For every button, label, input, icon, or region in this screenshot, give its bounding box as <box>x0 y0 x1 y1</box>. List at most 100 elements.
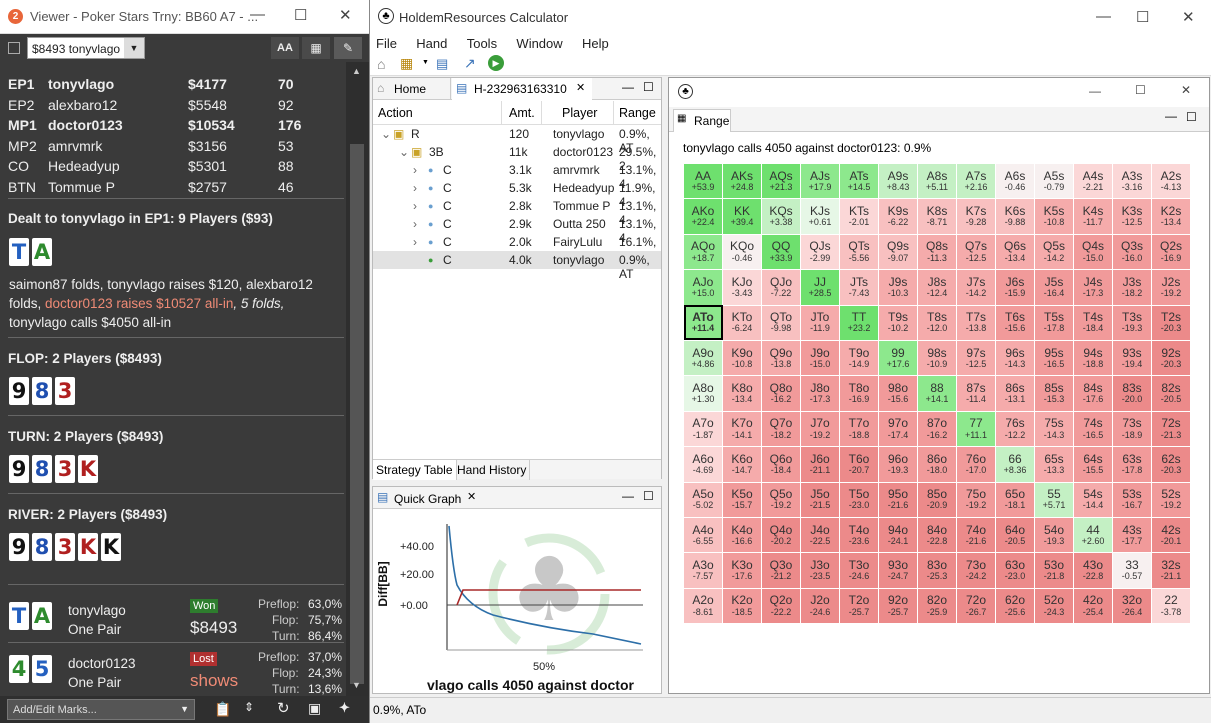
range-cell[interactable]: Q7s -12.5 <box>956 233 996 271</box>
range-cell[interactable]: 97o -17.4 <box>878 410 918 448</box>
range-cell[interactable]: 94s -18.8 <box>1073 339 1113 377</box>
range-cell[interactable]: AJo +15.0 <box>683 269 723 306</box>
range-cell[interactable]: Q8s -11.3 <box>917 233 957 271</box>
range-cell[interactable]: 87s -11.4 <box>956 375 996 412</box>
range-cell[interactable]: A9o +4.86 <box>683 339 723 377</box>
range-cell[interactable]: Q9o -13.8 <box>761 339 801 377</box>
range-cell[interactable]: T2o -25.7 <box>839 587 879 625</box>
range-cell[interactable]: A5s -0.79 <box>1034 162 1074 200</box>
range-cell[interactable]: KJo -3.43 <box>722 269 762 306</box>
twitter-icon[interactable]: ✦ <box>339 700 350 716</box>
tab-range[interactable]: ▦ Range <box>673 109 731 132</box>
range-cell[interactable]: J4s -17.3 <box>1073 269 1113 306</box>
close-tab-icon[interactable]: ✕ <box>576 81 585 94</box>
range-cell[interactable]: 97s -12.5 <box>956 339 996 377</box>
range-cell[interactable]: A4s -2.21 <box>1073 162 1113 200</box>
range-cell[interactable]: 76s -12.2 <box>995 410 1035 448</box>
range-cell[interactable]: T6s -15.6 <box>995 304 1035 341</box>
range-cell[interactable]: A4o -6.55 <box>683 516 723 554</box>
close-icon[interactable]: ✕ <box>1181 83 1191 97</box>
minimize-icon[interactable]: — <box>250 6 265 23</box>
maximize-icon[interactable]: ☐ <box>1136 8 1149 26</box>
range-cell[interactable]: T2s -20.3 <box>1151 304 1191 341</box>
minimize-icon[interactable]: — <box>1096 8 1111 25</box>
spinner-icon[interactable]: ⇕ <box>244 700 254 714</box>
col-amt[interactable]: Amt. <box>509 106 535 120</box>
range-cell[interactable]: Q8o -16.2 <box>761 375 801 412</box>
menu-window[interactable]: Window <box>516 36 562 51</box>
range-cell[interactable]: 43o -22.8 <box>1073 552 1113 589</box>
range-cell[interactable]: J2o -24.6 <box>800 587 840 625</box>
range-cell[interactable]: K5o -15.7 <box>722 481 762 518</box>
refresh-icon[interactable]: ↻ <box>277 699 290 717</box>
range-cell[interactable]: A8s +5.11 <box>917 162 957 200</box>
pane-minimize-icon[interactable]: — <box>622 80 634 94</box>
range-cell[interactable]: 99 +17.6 <box>878 339 918 377</box>
range-cell[interactable]: T3o -24.6 <box>839 552 879 589</box>
range-cell[interactable]: 85s -15.3 <box>1034 375 1074 412</box>
range-cell[interactable]: Q2s -16.9 <box>1151 233 1191 271</box>
range-cell[interactable]: Q9s -9.07 <box>878 233 918 271</box>
tree-row[interactable]: › ● C 3.1k amrvmrk 13.1%, 4 <box>373 161 661 191</box>
range-cell[interactable]: 52o -24.3 <box>1034 587 1074 625</box>
range-cell[interactable]: J3s -18.2 <box>1112 269 1152 306</box>
range-cell[interactable]: K3s -12.5 <box>1112 198 1152 235</box>
range-cell[interactable]: 42o -25.4 <box>1073 587 1113 625</box>
tree-row[interactable]: ● C 4.0k tonyvlago 0.9%, AT <box>373 251 661 281</box>
range-cell[interactable]: 74o -21.6 <box>956 516 996 554</box>
menu-file[interactable]: File <box>376 36 397 51</box>
run-icon[interactable]: ▶ <box>488 55 504 71</box>
range-cell[interactable]: AKo +22.4 <box>683 198 723 235</box>
range-cell[interactable]: J9o -15.0 <box>800 339 840 377</box>
font-size-button[interactable]: AA <box>271 37 299 59</box>
range-cell[interactable]: JTo -11.9 <box>800 304 840 341</box>
range-cell[interactable]: 95o -21.6 <box>878 481 918 518</box>
range-cell[interactable]: J6o -21.1 <box>800 446 840 483</box>
range-cell[interactable]: K6s -9.88 <box>995 198 1035 235</box>
col-action[interactable]: Action <box>378 106 413 120</box>
viewer-scrollbar[interactable]: ▲ ▼ <box>346 62 369 696</box>
tree-row[interactable]: › ● C 2.8k Tommue P 13.1%, 4 <box>373 197 661 227</box>
range-cell[interactable]: 72o -26.7 <box>956 587 996 625</box>
menu-tools[interactable]: Tools <box>467 36 497 51</box>
clipboard-icon[interactable]: 📋 <box>214 701 231 718</box>
tree-row[interactable]: › ● C 2.9k Outta 250 13.1%, 4 <box>373 215 661 245</box>
range-cell[interactable]: AQo +18.7 <box>683 233 723 271</box>
range-cell[interactable]: 53o -21.8 <box>1034 552 1074 589</box>
range-cell[interactable]: AJs +17.9 <box>800 162 840 200</box>
range-cell[interactable]: 92o -25.7 <box>878 587 918 625</box>
range-cell[interactable]: K3o -17.6 <box>722 552 762 589</box>
close-tab-icon[interactable]: ✕ <box>467 490 476 503</box>
range-cell[interactable]: 88 +14.1 <box>917 375 957 412</box>
range-cell[interactable]: AQs +21.3 <box>761 162 801 200</box>
range-cell[interactable]: J4o -22.5 <box>800 516 840 554</box>
range-cell[interactable]: AKs +24.8 <box>722 162 762 200</box>
range-cell[interactable]: 96s -14.3 <box>995 339 1035 377</box>
pane-minimize-icon[interactable]: — <box>1165 109 1177 123</box>
range-cell[interactable]: A2s -4.13 <box>1151 162 1191 200</box>
range-cell[interactable]: 63s -17.8 <box>1112 446 1152 483</box>
scroll-down-icon[interactable]: ▼ <box>352 680 361 690</box>
grid-icon[interactable]: ▦ <box>302 37 330 59</box>
range-cell[interactable]: 22 -3.78 <box>1151 587 1191 625</box>
range-cell[interactable]: T5o -23.0 <box>839 481 879 518</box>
range-cell[interactable]: 64s -15.5 <box>1073 446 1113 483</box>
range-cell[interactable]: 65o -18.1 <box>995 481 1035 518</box>
range-cell[interactable]: 76o -17.0 <box>956 446 996 483</box>
range-cell[interactable]: Q5o -19.2 <box>761 481 801 518</box>
range-cell[interactable]: QTs -5.56 <box>839 233 879 271</box>
tab-home[interactable]: ⌂ Home <box>373 78 451 100</box>
range-cell[interactable]: 82o -25.9 <box>917 587 957 625</box>
maximize-icon[interactable]: ☐ <box>294 6 307 24</box>
range-cell[interactable]: J8o -17.3 <box>800 375 840 412</box>
range-cell[interactable]: 73s -18.9 <box>1112 410 1152 448</box>
range-cell[interactable]: Q7o -18.2 <box>761 410 801 448</box>
range-cell[interactable]: 62o -25.6 <box>995 587 1035 625</box>
range-cell[interactable]: Q6s -13.4 <box>995 233 1035 271</box>
range-cell[interactable]: A2o -8.61 <box>683 587 723 625</box>
tree-row[interactable]: ⌄ ▣ R 120 tonyvlago 0.9%, AT <box>373 125 661 155</box>
range-cell[interactable]: 64o -20.5 <box>995 516 1035 554</box>
minimize-icon[interactable]: — <box>1089 84 1101 98</box>
range-cell[interactable]: K7o -14.1 <box>722 410 762 448</box>
range-cell[interactable]: 66 +8.36 <box>995 446 1035 483</box>
